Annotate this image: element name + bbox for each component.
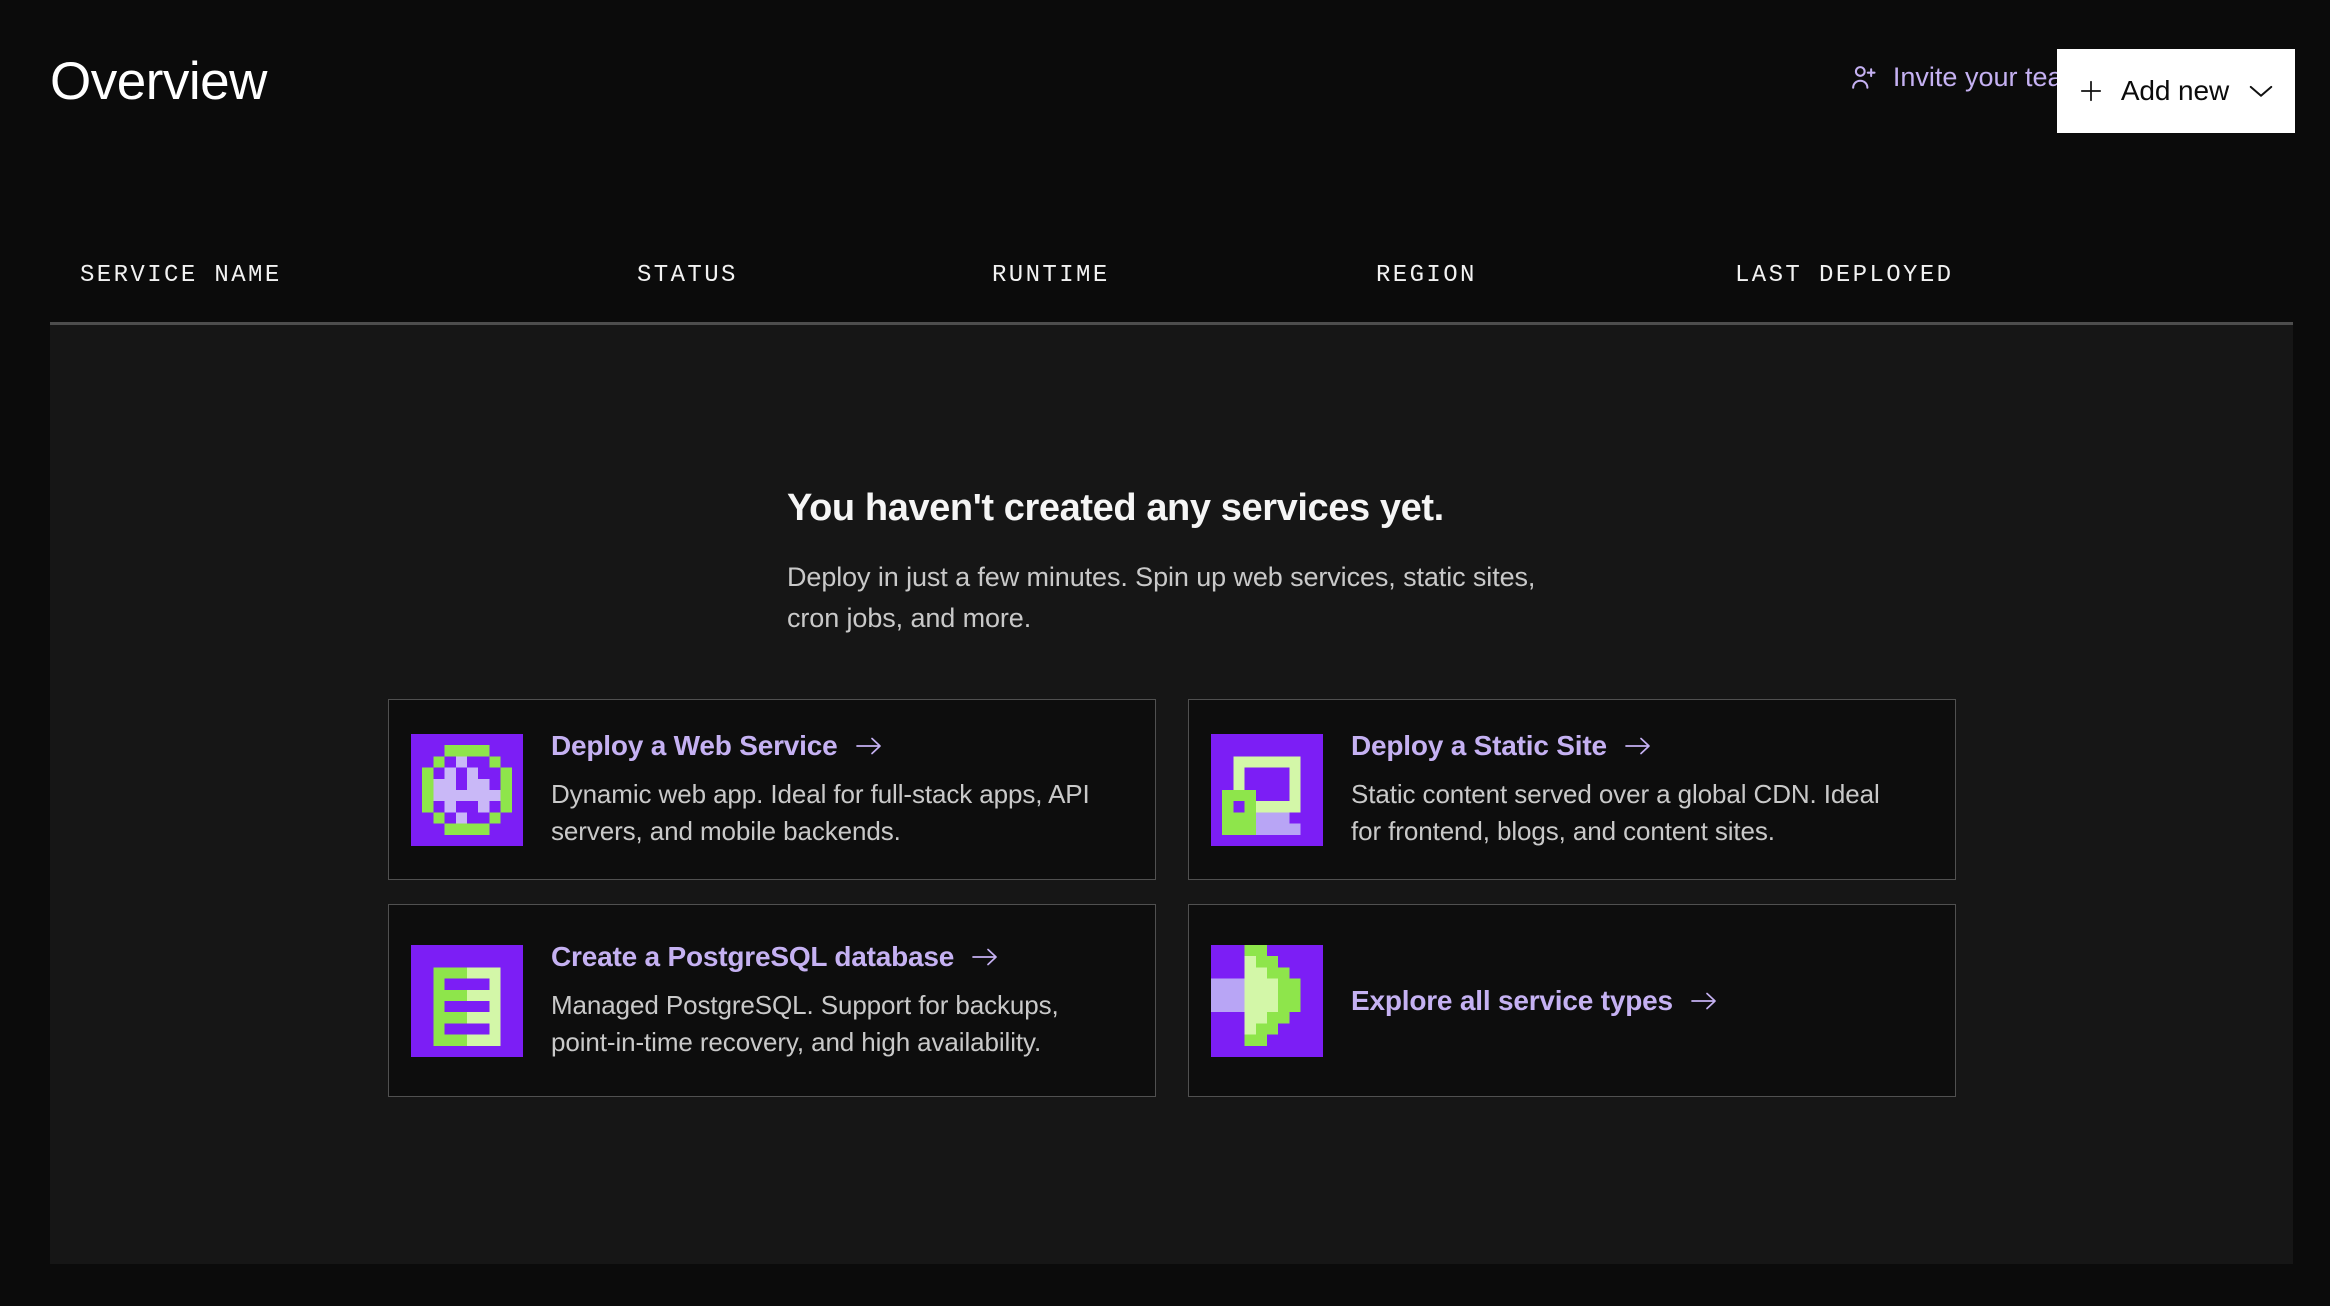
create-postgresql-database-description: Managed PostgreSQL. Support for backups,… [551, 987, 1111, 1061]
card-body: Deploy a Web Service Dynamic web app. Id… [551, 730, 1135, 850]
deploy-static-site-title: Deploy a Static Site [1351, 730, 1607, 762]
arrow-right-icon [970, 946, 1000, 968]
column-header-runtime: RUNTIME [992, 262, 1110, 289]
deploy-web-service-card[interactable]: Deploy a Web Service Dynamic web app. Id… [388, 699, 1156, 880]
deploy-static-site-card[interactable]: Deploy a Static Site Static content serv… [1188, 699, 1956, 880]
app-root: Overview Invite your team Add new [0, 0, 2330, 1306]
empty-state-description: Deploy in just a few minutes. Spin up we… [787, 557, 1567, 639]
page-header: Overview Invite your team Add new [0, 0, 2330, 160]
quickstart-card-row: Deploy a Web Service Dynamic web app. Id… [388, 699, 1956, 880]
quickstart-card-row: Create a PostgreSQL database Managed Pos… [388, 904, 1956, 1097]
leaf-pixel-icon [1211, 945, 1323, 1057]
invite-your-team-button[interactable]: Invite your team [1850, 62, 2085, 93]
plus-icon [2078, 78, 2104, 104]
card-body: Deploy a Static Site Static content serv… [1351, 730, 1935, 850]
column-header-last-deployed: LAST DEPLOYED [1735, 262, 1953, 289]
globe-pixel-icon [411, 734, 523, 846]
card-body: Explore all service types [1351, 985, 1743, 1017]
add-new-label: Add new [2121, 75, 2229, 107]
column-header-service-name: SERVICE NAME [80, 262, 282, 289]
user-plus-icon [1850, 63, 1879, 92]
create-postgresql-database-card[interactable]: Create a PostgreSQL database Managed Pos… [388, 904, 1156, 1097]
explore-all-service-types-title: Explore all service types [1351, 985, 1673, 1017]
card-body: Create a PostgreSQL database Managed Pos… [551, 941, 1135, 1061]
services-table-header: SERVICE NAME STATUS RUNTIME REGION LAST … [0, 262, 2330, 312]
arrow-right-icon [1689, 990, 1719, 1012]
deploy-web-service-title: Deploy a Web Service [551, 730, 838, 762]
create-postgresql-database-title: Create a PostgreSQL database [551, 941, 954, 973]
deploy-web-service-description: Dynamic web app. Ideal for full-stack ap… [551, 776, 1111, 850]
card-title-row: Create a PostgreSQL database [551, 941, 1111, 973]
card-title-row: Deploy a Web Service [551, 730, 1111, 762]
explore-all-service-types-card[interactable]: Explore all service types [1188, 904, 1956, 1097]
column-header-status: STATUS [637, 262, 738, 289]
deploy-static-site-description: Static content served over a global CDN.… [1351, 776, 1911, 850]
quickstart-card-grid: Deploy a Web Service Dynamic web app. Id… [388, 699, 1956, 1097]
column-header-region: REGION [1376, 262, 1477, 289]
arrow-right-icon [1623, 735, 1653, 757]
chevron-down-icon [2246, 83, 2274, 99]
empty-state-heading: You haven't created any services yet. [787, 487, 1444, 530]
card-title-row: Explore all service types [1351, 985, 1719, 1017]
add-new-button[interactable]: Add new [2057, 49, 2295, 133]
card-title-row: Deploy a Static Site [1351, 730, 1911, 762]
monitor-pixel-icon [1211, 734, 1323, 846]
database-pixel-icon [411, 945, 523, 1057]
page-title: Overview [50, 55, 267, 108]
arrow-right-icon [854, 735, 884, 757]
